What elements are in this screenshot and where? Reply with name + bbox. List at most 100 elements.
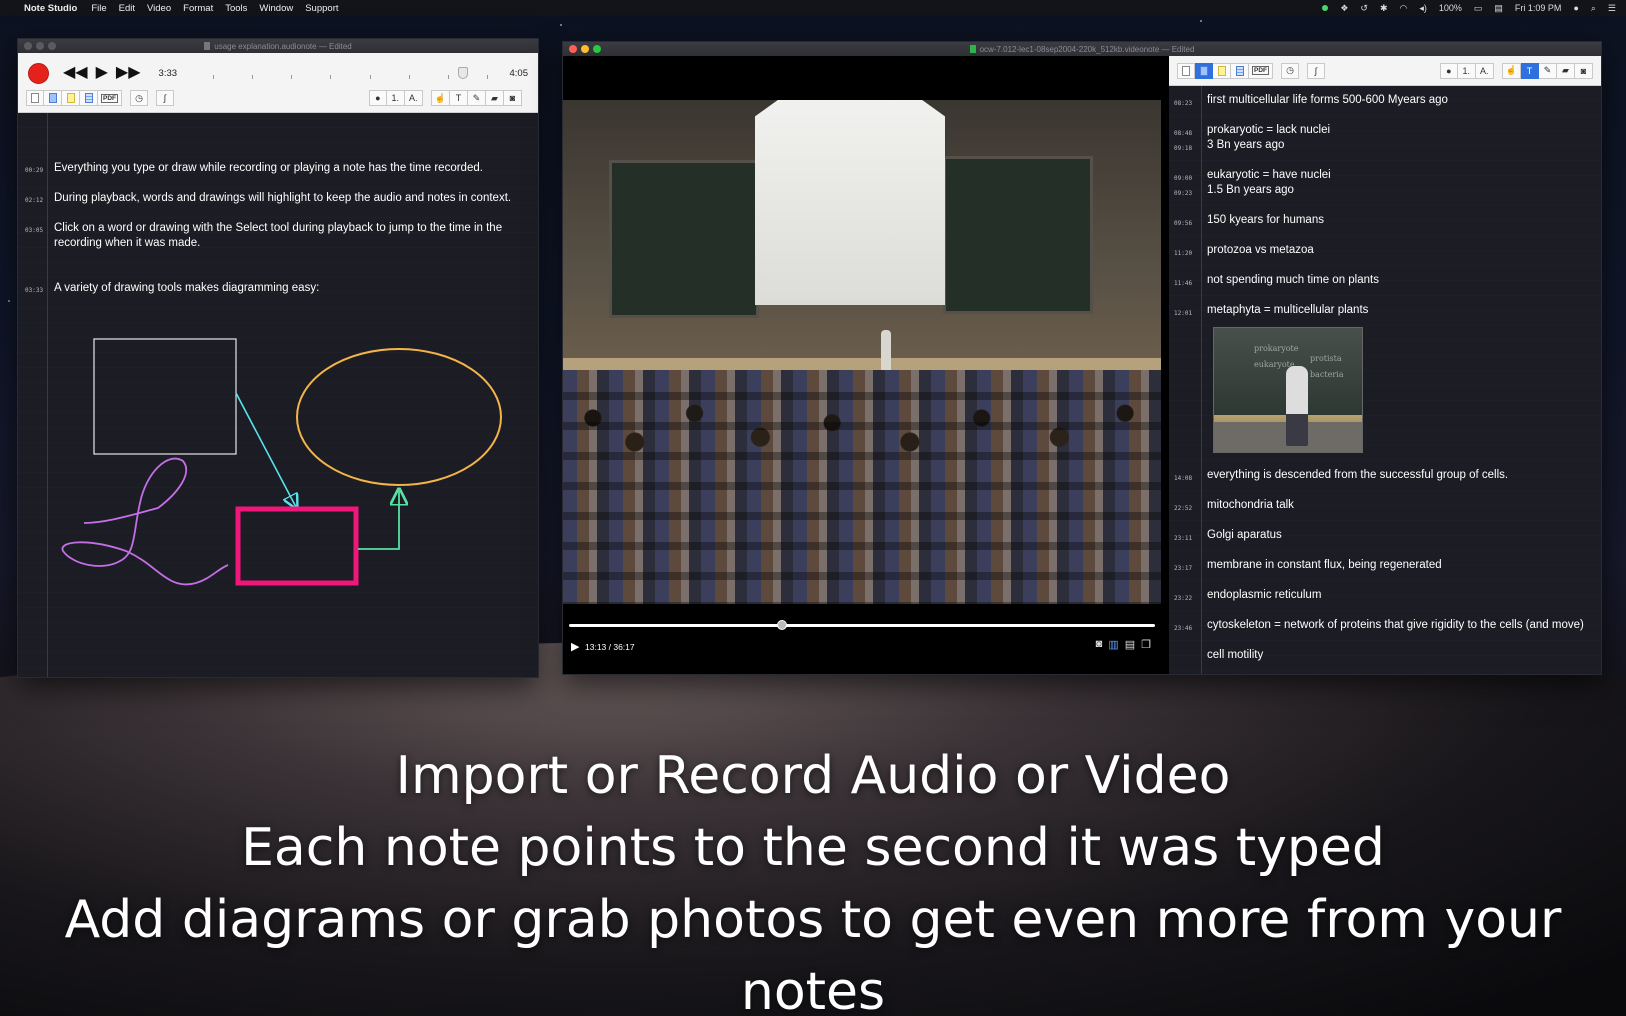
minimize-button[interactable] <box>36 42 44 50</box>
video-play-icon[interactable]: ▶ <box>571 640 579 653</box>
timestamp[interactable]: 08:23 <box>1174 96 1192 111</box>
timestamp[interactable]: 22:52 <box>1174 501 1192 516</box>
paper-yellow-button[interactable] <box>62 90 80 106</box>
note-text[interactable]: mitochondria talk <box>1207 498 1595 513</box>
captured-video-photo[interactable]: prokaryote eukaryote protista bacteria <box>1213 327 1363 453</box>
highlighter-icon[interactable]: ▰ <box>1557 62 1575 79</box>
camera-icon[interactable]: ◙ <box>1575 62 1593 79</box>
note-line[interactable]: 08:23 first multicellular life forms 500-… <box>1169 93 1595 108</box>
note-line[interactable]: 12:01 metaphyta = multicellular plants <box>1169 303 1595 318</box>
timestamp[interactable]: 09:23 <box>1174 186 1192 201</box>
spotlight-icon[interactable]: ⌕ <box>1591 3 1596 14</box>
highlighter-icon[interactable]: ▰ <box>486 90 504 106</box>
scrub-track[interactable] <box>569 624 1155 627</box>
select-hand-icon[interactable]: ☝ <box>1501 62 1521 79</box>
menu-edit[interactable]: Edit <box>119 3 135 14</box>
note-text[interactable]: protozoa vs metazoa <box>1207 243 1595 258</box>
orange-ellipse-shape[interactable] <box>296 348 502 486</box>
note-line[interactable]: cell motility <box>1169 648 1595 663</box>
magenta-rectangle-shape[interactable] <box>235 506 359 586</box>
timestamp[interactable]: 14:08 <box>1174 471 1192 486</box>
timestamp[interactable]: 23:11 <box>1174 531 1192 546</box>
video-player[interactable] <box>563 100 1161 604</box>
integral-icon[interactable]: ∫ <box>156 90 174 106</box>
paper-grid-button[interactable] <box>1231 62 1249 79</box>
note-line[interactable]: 23:11 Golgi aparatus <box>1169 528 1595 543</box>
timestamp[interactable]: 23:46 <box>1174 621 1192 636</box>
text-tool-button[interactable]: T <box>450 90 468 106</box>
note-line[interactable]: 23:17 membrane in constant flux, being re… <box>1169 558 1595 573</box>
clock[interactable]: Fri 1:09 PM <box>1515 3 1562 13</box>
cyan-arrow-shape[interactable] <box>235 392 296 507</box>
select-hand-icon[interactable]: ☝ <box>430 90 450 106</box>
paper-plain-button[interactable] <box>1177 62 1195 79</box>
note-line[interactable]: 09:23 1.5 Bn years ago <box>1169 183 1595 198</box>
zoom-button[interactable] <box>48 42 56 50</box>
note-text[interactable]: everything is descended from the success… <box>1207 468 1595 483</box>
side-by-side-layout-icon[interactable]: ▥ <box>1108 638 1118 651</box>
wifi-icon[interactable]: ◠ <box>1399 3 1407 14</box>
status-dot-icon[interactable] <box>1322 5 1329 11</box>
timestamp[interactable]: 11:20 <box>1174 246 1192 261</box>
zoom-button[interactable] <box>593 45 601 53</box>
note-text[interactable]: cell motility <box>1207 648 1595 663</box>
snapshot-camera-icon[interactable]: ◙ <box>1096 638 1103 651</box>
note-line[interactable]: 09:00 eukaryotic = have nuclei <box>1169 168 1595 183</box>
font-button[interactable]: A. <box>404 90 423 106</box>
bullet-list-button[interactable]: ● <box>368 90 387 106</box>
note-text[interactable]: not spending much time on plants <box>1207 273 1595 288</box>
note-text[interactable]: first multicellular life forms 500-600 M… <box>1207 93 1595 108</box>
battery-percent[interactable]: 100% <box>1439 3 1462 13</box>
close-button[interactable] <box>569 45 577 53</box>
numbered-list-button[interactable]: 1. <box>386 90 405 106</box>
clock-icon[interactable]: ◷ <box>1281 62 1299 79</box>
note-line[interactable]: 09:56 150 kyears for humans <box>1169 213 1595 228</box>
note-text[interactable]: metaphyta = multicellular plants <box>1207 303 1595 318</box>
paper-blue-button[interactable] <box>1195 62 1213 79</box>
notification-center-icon[interactable]: ☰ <box>1608 3 1616 14</box>
diagram-canvas[interactable] <box>18 113 538 679</box>
white-rectangle-shape[interactable] <box>93 338 237 455</box>
note-text[interactable]: Golgi aparatus <box>1207 528 1595 543</box>
paper-yellow-button[interactable] <box>1213 62 1231 79</box>
volume-icon[interactable]: ◂) <box>1419 3 1427 14</box>
fast-forward-icon[interactable]: ▶▶ <box>116 65 141 81</box>
video-window-titlebar[interactable]: ocw-7.012-lec1-08sep2004-220k_512kb.vide… <box>563 42 1601 56</box>
note-text[interactable]: 1.5 Bn years ago <box>1207 183 1595 198</box>
pen-icon[interactable]: ✎ <box>468 90 486 106</box>
note-text[interactable]: 3 Bn years ago <box>1207 138 1595 153</box>
scrub-knob[interactable] <box>777 620 788 630</box>
integral-icon[interactable]: ∫ <box>1307 62 1325 79</box>
input-flag-icon[interactable]: ▤ <box>1494 3 1503 14</box>
note-text[interactable]: 150 kyears for humans <box>1207 213 1595 228</box>
note-text[interactable]: membrane in constant flux, being regener… <box>1207 558 1595 573</box>
user-icon[interactable]: ● <box>1573 3 1578 13</box>
menu-support[interactable]: Support <box>305 3 338 14</box>
menu-window[interactable]: Window <box>259 3 293 14</box>
time-machine-icon[interactable]: ↺ <box>1360 3 1368 14</box>
detach-window-icon[interactable]: ❐ <box>1141 638 1151 651</box>
timestamp[interactable]: 12:01 <box>1174 306 1192 321</box>
dropbox-icon[interactable]: ❖ <box>1340 3 1348 14</box>
timeline-playhead[interactable] <box>458 67 468 79</box>
note-text[interactable]: eukaryotic = have nuclei <box>1207 168 1595 183</box>
note-text[interactable]: endoplasmic reticulum <box>1207 588 1595 603</box>
bluetooth-icon[interactable]: ✱ <box>1380 3 1388 14</box>
green-arrow-shape[interactable] <box>358 491 399 550</box>
purple-freehand-shape[interactable] <box>61 457 229 586</box>
note-line[interactable]: 23:22 endoplasmic reticulum <box>1169 588 1595 603</box>
note-text[interactable]: cytoskeleton = network of proteins that … <box>1207 618 1595 633</box>
timeline-ticks[interactable] <box>213 75 488 81</box>
close-button[interactable] <box>24 42 32 50</box>
video-note-page[interactable]: 08:23 first multicellular life forms 500-… <box>1169 86 1601 674</box>
rewind-icon[interactable]: ◀◀ <box>63 65 88 81</box>
note-text[interactable]: prokaryotic = lack nuclei <box>1207 123 1595 138</box>
text-tool-button[interactable]: T <box>1521 62 1539 79</box>
menu-video[interactable]: Video <box>147 3 171 14</box>
audio-window-titlebar[interactable]: usage explanation.audionote — Edited <box>18 39 538 53</box>
paper-blue-button[interactable] <box>44 90 62 106</box>
record-button[interactable] <box>28 62 49 84</box>
numbered-list-button[interactable]: 1. <box>1457 62 1476 79</box>
stacked-layout-icon[interactable]: ▤ <box>1125 638 1135 651</box>
minimize-button[interactable] <box>581 45 589 53</box>
